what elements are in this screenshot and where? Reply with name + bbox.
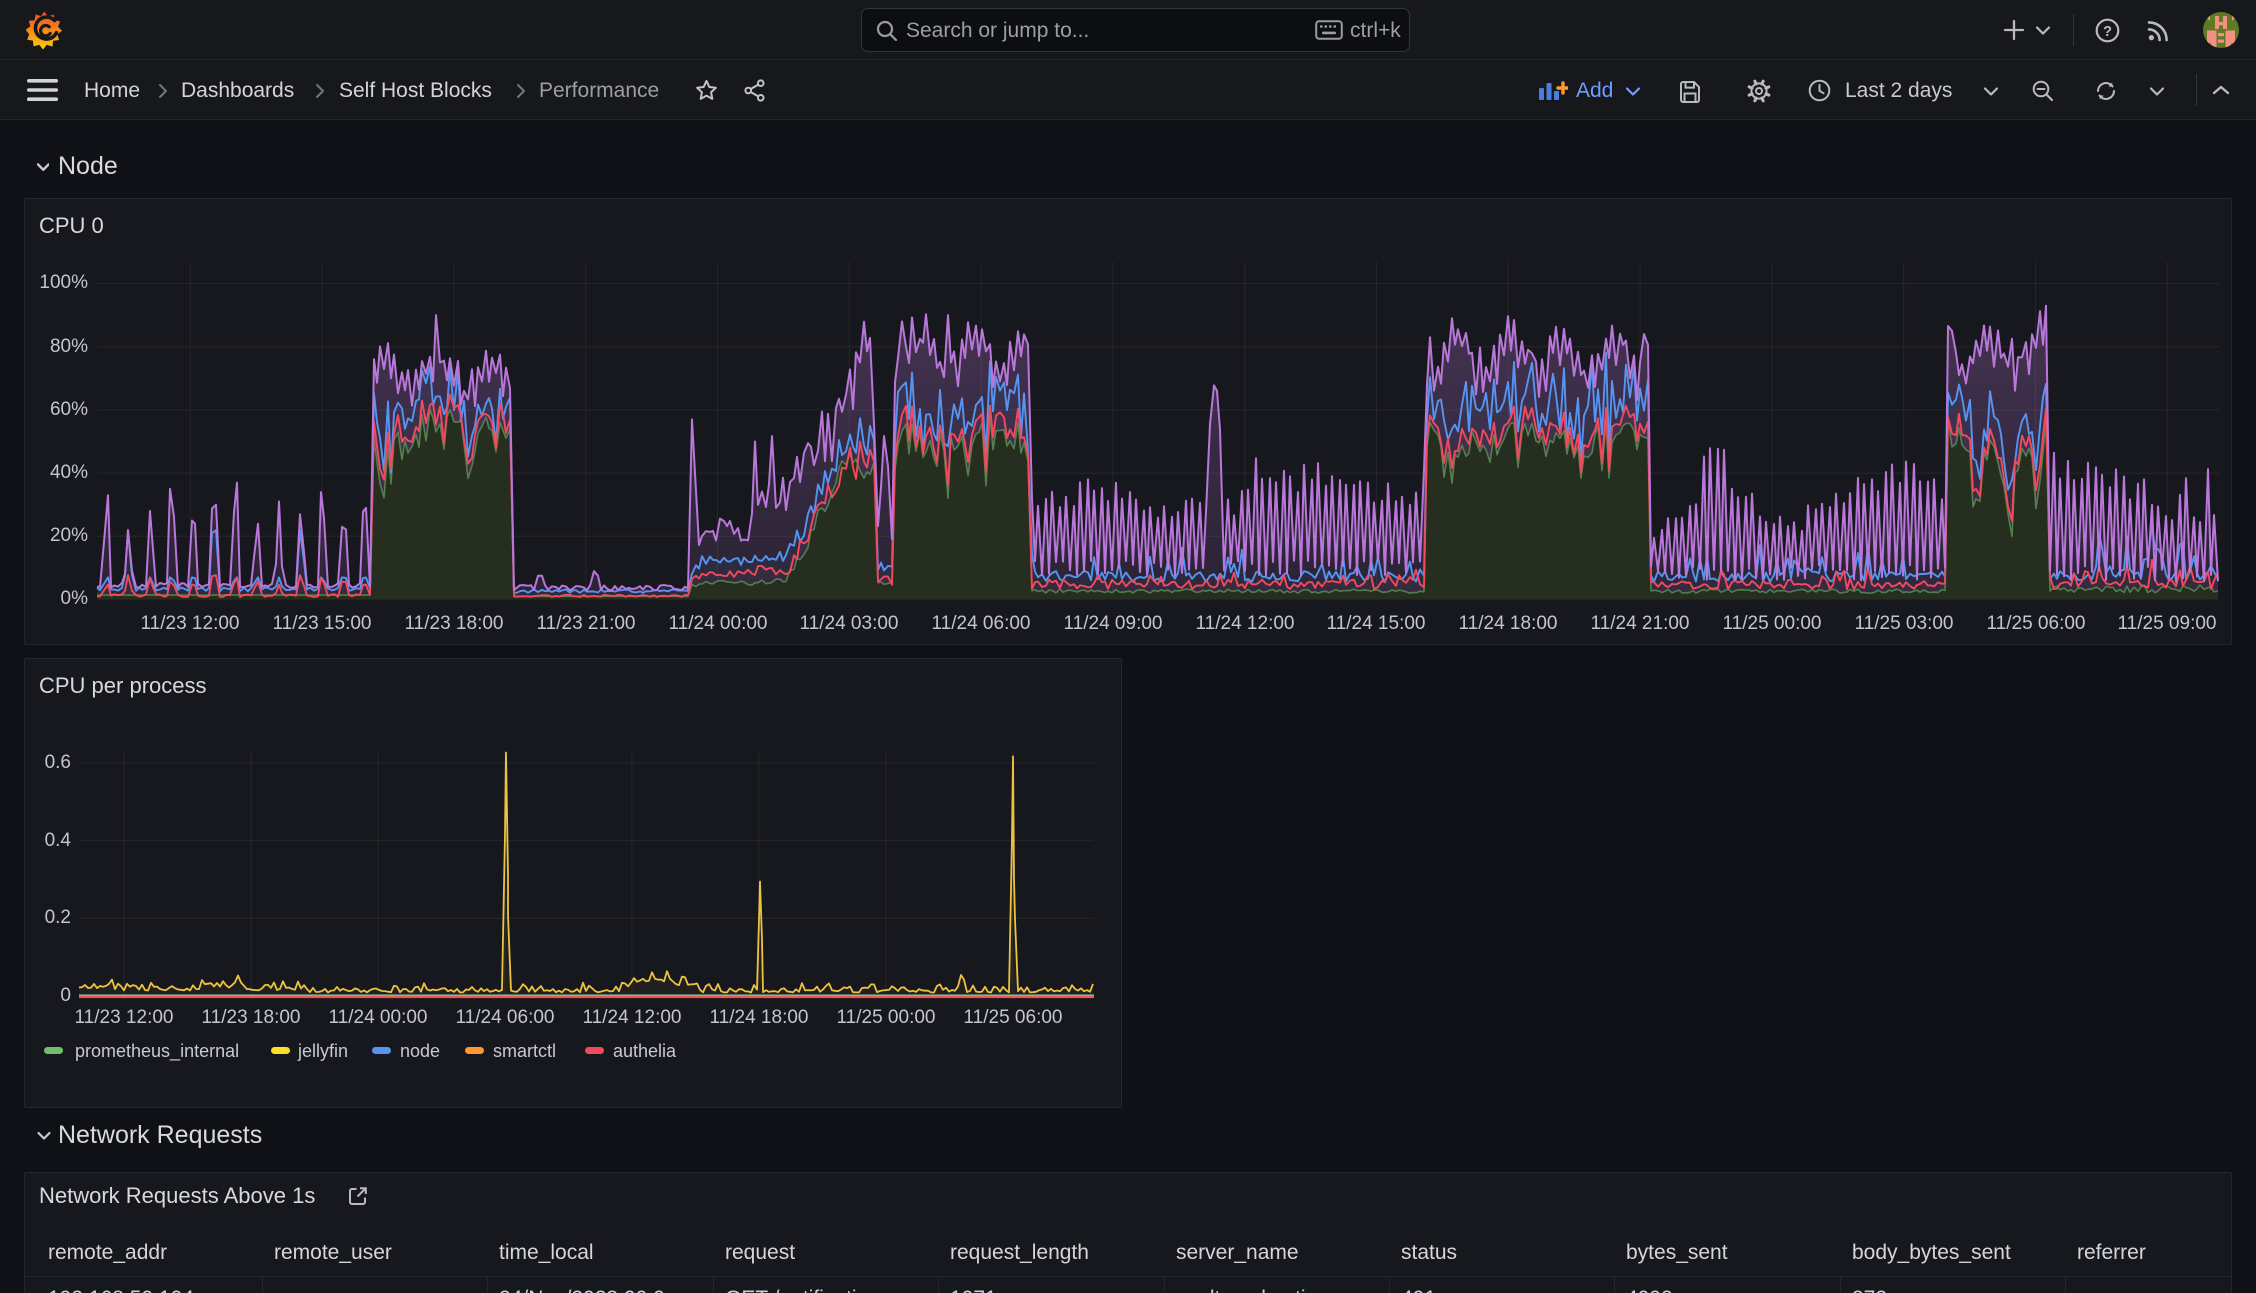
svg-text:?: ? [2103, 24, 2112, 40]
